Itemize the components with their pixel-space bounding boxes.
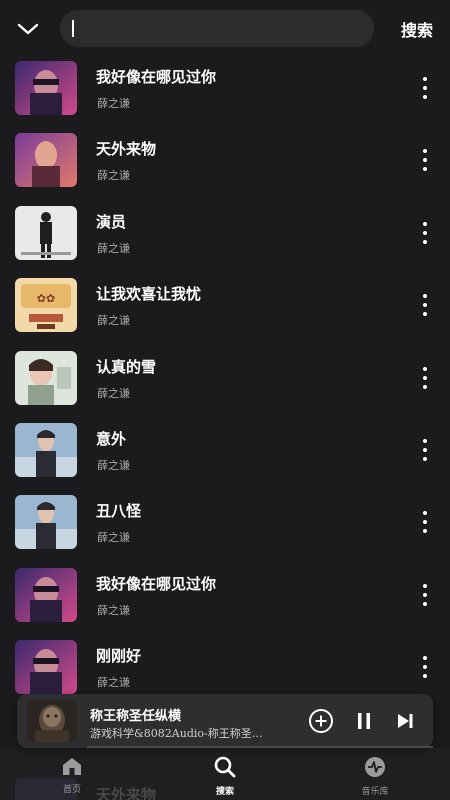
song-title: 我好像在哪见过你: [96, 68, 217, 86]
song-artist: 薛之谦: [97, 386, 130, 400]
song-cover: [15, 61, 77, 115]
song-cover: ✿✿: [15, 278, 77, 333]
chevron-down-icon: [17, 23, 39, 35]
nav-library[interactable]: 音乐库: [345, 756, 405, 800]
more-options-button[interactable]: [422, 366, 428, 389]
now-playing-cover[interactable]: [27, 700, 77, 742]
song-title: 我好像在哪见过你: [96, 574, 217, 593]
pause-icon: [358, 713, 370, 729]
now-playing-subtitle: 游戏科学&8082Audio-称王称圣…: [90, 727, 263, 740]
more-vertical-icon: [423, 77, 427, 81]
now-playing-title: 称王称圣任纵横: [90, 709, 182, 724]
song-artist: 薛之谦: [97, 531, 130, 545]
more-vertical-icon: [423, 294, 427, 299]
song-cover: [15, 205, 77, 260]
playback-progress[interactable]: [87, 746, 433, 748]
song-title: 意外: [96, 429, 127, 448]
song-list-item[interactable]: 天外来物 薛之谦: [0, 124, 450, 196]
text-cursor: [72, 20, 74, 37]
bottom-navigation: 天外来物 首页 搜索 音乐库: [0, 748, 450, 800]
pause-button[interactable]: [350, 707, 378, 735]
song-cover: [15, 567, 77, 622]
song-list-item[interactable]: 我好像在哪见过你薛之谦: [0, 559, 450, 631]
nav-search[interactable]: 搜索: [195, 756, 255, 800]
song-list-item[interactable]: 我好像在哪见过你薛之谦: [0, 52, 450, 124]
more-vertical-icon: [423, 511, 427, 516]
add-to-playlist-button[interactable]: [307, 707, 335, 735]
song-artist: 薛之谦: [97, 676, 130, 690]
nav-home[interactable]: 首页: [42, 756, 102, 800]
more-options-button[interactable]: [422, 583, 428, 606]
more-vertical-icon: [423, 366, 427, 371]
song-list-item[interactable]: 刚刚好 薛之谦: [0, 631, 450, 703]
song-cover: [15, 422, 77, 477]
home-icon: [63, 758, 81, 775]
song-list-item[interactable]: ✿✿ 让我欢喜让我忧薛之谦: [0, 269, 450, 341]
collapse-button[interactable]: [12, 13, 44, 45]
more-vertical-icon: [423, 656, 427, 661]
more-vertical-icon: [423, 149, 427, 154]
search-button[interactable]: 搜索: [401, 17, 433, 41]
song-cover: [15, 133, 77, 188]
song-title: 演员: [96, 212, 127, 231]
song-title: 认真的雪: [96, 357, 157, 376]
song-title: 天外来物: [96, 140, 157, 159]
song-artist: 薛之谦: [97, 241, 130, 255]
song-artist: 薛之谦: [97, 603, 130, 617]
song-title: 让我欢喜让我忧: [96, 285, 202, 304]
nav-search-label: 搜索: [215, 787, 234, 797]
search-icon: [214, 756, 236, 778]
song-title: 刚刚好: [96, 647, 142, 666]
more-options-button[interactable]: [422, 77, 428, 99]
plus-circle-icon: [309, 709, 333, 733]
more-options-button[interactable]: [422, 294, 428, 317]
song-cover: [15, 350, 77, 405]
song-artist: 薛之谦: [97, 458, 130, 472]
svg-text:✿✿: ✿✿: [37, 292, 55, 305]
song-list-item[interactable]: 意外 薛之谦: [0, 414, 450, 486]
mini-player[interactable]: 称王称圣任纵横 游戏科学&8082Audio-称王称圣…: [17, 694, 433, 748]
song-list-item[interactable]: 丑八怪 薛之谦: [0, 486, 450, 558]
song-cover: [15, 495, 77, 550]
more-options-button[interactable]: [422, 221, 428, 244]
more-vertical-icon: [423, 438, 427, 443]
waveform-icon: [365, 757, 385, 777]
top-bar: 搜索: [0, 0, 450, 58]
song-artist: 薛之谦: [97, 314, 130, 328]
skip-next-icon: [398, 714, 413, 728]
song-artist: 薛之谦: [97, 169, 130, 183]
song-list-item[interactable]: 认真的雪 薛之谦: [0, 342, 450, 414]
more-options-button[interactable]: [422, 511, 428, 534]
more-options-button[interactable]: [422, 656, 428, 679]
song-artist: 薛之谦: [97, 97, 130, 110]
nav-library-label: 音乐库: [361, 787, 389, 797]
nav-home-label: 首页: [62, 785, 81, 795]
more-options-button[interactable]: [422, 149, 428, 172]
partial-song-title: 天外来物: [96, 786, 157, 800]
next-track-button[interactable]: [391, 707, 419, 735]
more-options-button[interactable]: [422, 438, 428, 461]
song-title: 丑八怪: [96, 502, 142, 521]
search-input[interactable]: [60, 10, 374, 47]
more-vertical-icon: [423, 221, 427, 226]
song-list-item[interactable]: 演员 薛之谦: [0, 197, 450, 269]
song-cover: [15, 640, 77, 695]
more-vertical-icon: [423, 583, 427, 588]
song-list: 我好像在哪见过你 薛之谦 天外来物 薛之谦 演员 薛之谦 ✿✿ 让我欢喜让我忧 薛之谦 认真的雪薛…: [0, 52, 450, 704]
